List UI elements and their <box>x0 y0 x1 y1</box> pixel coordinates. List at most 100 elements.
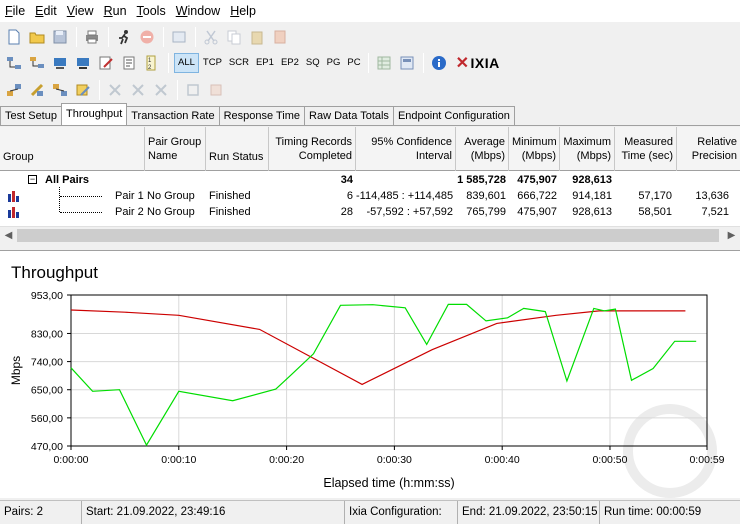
filter-scr-button[interactable]: SCR <box>226 53 252 73</box>
disabled-tool-4[interactable] <box>183 80 203 100</box>
header-measured-time[interactable]: Measured Time (sec) <box>615 127 677 171</box>
header-maximum-line1: Maximum <box>563 136 611 148</box>
menu-edit[interactable]: Edit <box>30 0 62 22</box>
new-file-button[interactable] <box>4 27 24 47</box>
menu-run[interactable]: Run <box>99 0 132 22</box>
menu-help[interactable]: Help <box>225 0 261 22</box>
cut-icon <box>204 30 218 45</box>
header-pair-group-name[interactable]: Pair Group Name <box>145 127 206 171</box>
tab-endpoint-configuration[interactable]: Endpoint Configuration <box>392 106 515 125</box>
header-run-status[interactable]: Run Status <box>206 127 269 171</box>
relative-precision: 7,521 <box>701 206 729 218</box>
header-timing-line1: Timing Records <box>275 136 352 148</box>
endpoint-button[interactable] <box>50 53 70 73</box>
table-row[interactable]: Pair 1 No Group Finished 6 -114,485 : +1… <box>0 188 740 204</box>
header-average[interactable]: Average (Mbps) <box>456 127 509 171</box>
window-icon <box>172 31 186 43</box>
tab-test-setup[interactable]: Test Setup <box>0 106 62 125</box>
tab-throughput[interactable]: Throughput <box>60 103 128 125</box>
x-axis-label: Elapsed time (h:mm:ss) <box>323 476 454 490</box>
disabled-tool-1[interactable] <box>105 80 125 100</box>
delete-button[interactable] <box>270 27 290 47</box>
tab-raw-data-totals[interactable]: Raw Data Totals <box>304 106 394 125</box>
scroll-thumb[interactable] <box>17 229 719 242</box>
header-timing-records[interactable]: Timing Records Completed <box>269 127 356 171</box>
save-icon <box>53 30 67 44</box>
menu-view[interactable]: View <box>62 0 99 22</box>
add-pair-button[interactable] <box>4 53 24 73</box>
filter-ep1-button[interactable]: EP1 <box>253 53 277 73</box>
tab-response-time[interactable]: Response Time <box>218 106 306 125</box>
copy-button[interactable] <box>224 27 244 47</box>
ixia-logo: ✕ IXIA <box>456 53 500 73</box>
clone-pair-button[interactable] <box>50 80 70 100</box>
add-multicast-button[interactable] <box>27 53 47 73</box>
edit-pair-button[interactable] <box>27 80 47 100</box>
script-icon <box>77 58 89 69</box>
scroll-left-icon[interactable]: ◀ <box>0 227 17 244</box>
menu-window[interactable]: Window <box>171 0 225 22</box>
header-minimum[interactable]: Minimum (Mbps) <box>509 127 560 171</box>
report-button[interactable] <box>397 53 417 73</box>
endpoint-icon <box>54 58 66 69</box>
run-button[interactable] <box>114 27 134 47</box>
table-row[interactable]: Pair 2 No Group Finished 28 -57,592 : +5… <box>0 204 740 220</box>
toolbar-separator <box>422 53 424 73</box>
filter-toolbar: 12 ALL TCP SCR EP1 EP2 SQ PG PC ✕ IXIA <box>0 50 740 76</box>
menu-window-rest: indow <box>187 4 221 18</box>
header-maximum[interactable]: Maximum (Mbps) <box>560 127 615 171</box>
scroll-right-icon[interactable]: ▶ <box>723 227 740 244</box>
y-tick-label: 740,00 <box>31 357 63 369</box>
print-button[interactable] <box>82 27 102 47</box>
filter-ep2-button[interactable]: EP2 <box>278 53 302 73</box>
scroll-track[interactable] <box>17 229 723 242</box>
menu-file[interactable]: File <box>0 0 30 22</box>
save-button[interactable] <box>50 27 70 47</box>
results-grid: Group Pair Group Name Run Status Timing R… <box>0 127 740 226</box>
header-group[interactable]: Group <box>0 127 145 171</box>
summary-row[interactable]: − All Pairs 34 1 585,728 475,907 928,613 <box>0 172 740 188</box>
tab-transaction-rate[interactable]: Transaction Rate <box>126 106 220 125</box>
y-axis-label: Mbps <box>9 356 23 385</box>
stop-button[interactable] <box>137 27 157 47</box>
menu-view-key: V <box>66 4 75 18</box>
pair-chart-icon <box>8 191 19 202</box>
script-button[interactable] <box>73 53 93 73</box>
disabled-tool-5[interactable] <box>206 80 226 100</box>
run-status: Finished <box>209 190 251 202</box>
grid-horizontal-scrollbar[interactable]: ◀ ▶ <box>0 226 740 243</box>
menu-tools[interactable]: Tools <box>132 0 171 22</box>
x-tick-label: 0:00:30 <box>377 454 412 466</box>
edit-script-icon <box>99 56 113 70</box>
info-button[interactable] <box>429 53 449 73</box>
filter-all-button[interactable]: ALL <box>174 53 199 73</box>
copy-icon <box>227 30 241 45</box>
disabled-tool-3[interactable] <box>151 80 171 100</box>
disabled-tool-2[interactable] <box>128 80 148 100</box>
clone-pair-icon <box>53 84 67 96</box>
window-button[interactable] <box>169 27 189 47</box>
filter-tcp-button[interactable]: TCP <box>200 53 225 73</box>
collapse-toggle[interactable]: − <box>28 175 37 184</box>
header-average-line1: Average <box>464 136 505 148</box>
edit-script-button[interactable] <box>96 53 116 73</box>
header-relative-precision[interactable]: Relative Precision <box>677 127 740 171</box>
pair-settings-button[interactable] <box>73 80 93 100</box>
y-tick-label: 953,00 <box>31 290 63 302</box>
header-confidence[interactable]: 95% Confidence Interval <box>356 127 456 171</box>
paste-button[interactable] <box>247 27 267 47</box>
sort-button[interactable]: 12 <box>142 53 162 73</box>
measured-time: 57,170 <box>638 190 672 202</box>
grid-view-icon <box>377 56 391 70</box>
grid-view-button[interactable] <box>374 53 394 73</box>
cut-button[interactable] <box>201 27 221 47</box>
properties-button[interactable] <box>119 53 139 73</box>
filter-pg-button[interactable]: PG <box>324 53 344 73</box>
select-pairs-button[interactable] <box>4 80 24 100</box>
filter-sq-button[interactable]: SQ <box>303 53 323 73</box>
confidence-interval: -57,592 : +57,592 <box>366 206 453 218</box>
delete-icon <box>274 30 286 44</box>
open-folder-button[interactable] <box>27 27 47 47</box>
filter-pc-button[interactable]: PC <box>344 53 363 73</box>
tree-branch <box>60 212 102 213</box>
